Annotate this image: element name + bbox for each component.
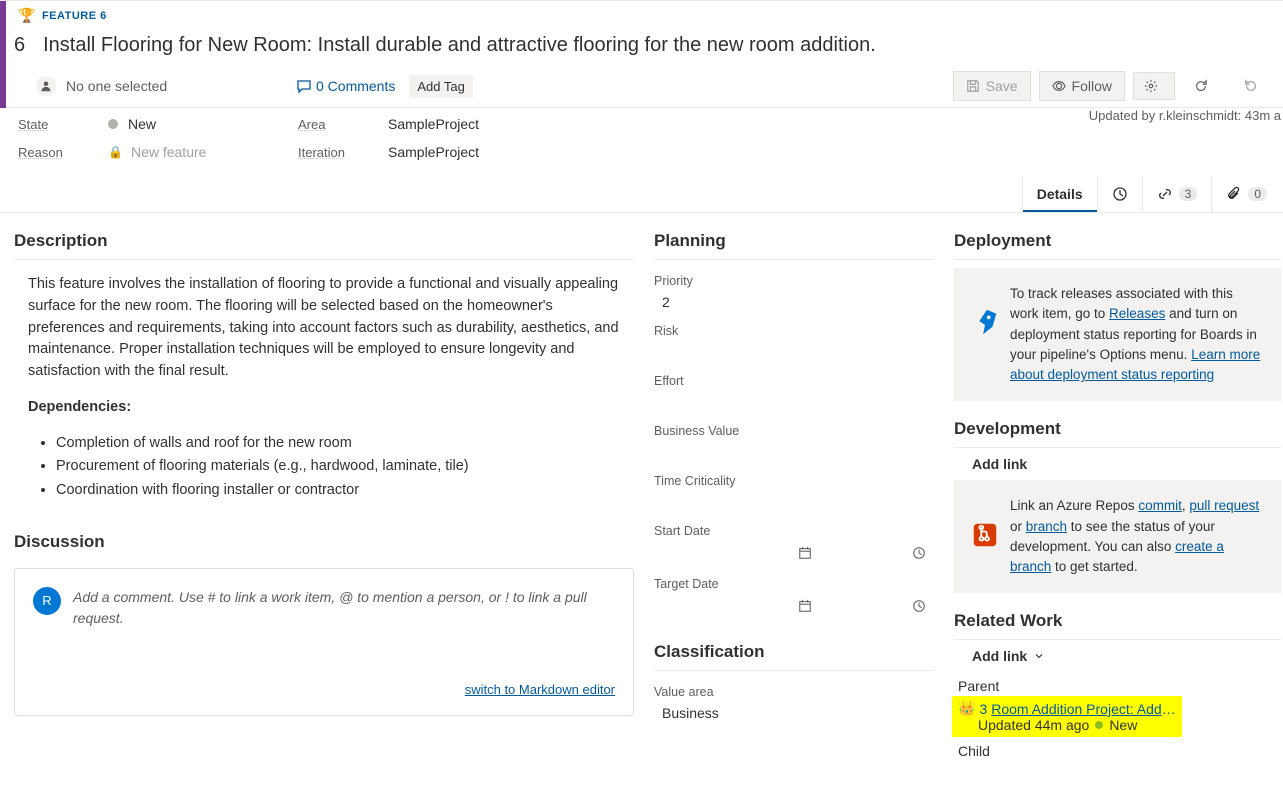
iteration-label: Iteration (298, 145, 388, 160)
reason-value[interactable]: New feature (131, 144, 206, 160)
assignee-picker[interactable]: No one selected (36, 76, 296, 96)
refresh-button[interactable] (1183, 72, 1225, 100)
dependencies-heading: Dependencies: (28, 399, 131, 415)
calendar-icon[interactable] (798, 599, 812, 616)
tab-details[interactable]: Details (1022, 176, 1097, 212)
parent-state: New (1109, 717, 1137, 733)
value-area-label: Value area (654, 685, 934, 699)
start-date-label: Start Date (654, 524, 934, 538)
state-label: State (18, 117, 108, 132)
description-text: This feature involves the installation o… (28, 274, 626, 383)
comments-count: 0 Comments (316, 78, 395, 94)
calendar-icon[interactable] (798, 546, 812, 563)
development-info-box: Link an Azure Repos commit, pull request… (954, 480, 1281, 593)
parent-work-item[interactable]: 👑 3 Room Addition Project: Adding a new … (952, 696, 1182, 737)
development-heading: Development (954, 419, 1281, 439)
lock-icon: 🔒 (108, 145, 123, 159)
chevron-down-icon (1033, 650, 1045, 662)
parent-label: Parent (958, 678, 1281, 694)
pull-request-link[interactable]: pull request (1189, 498, 1259, 513)
value-area-value[interactable]: Business (654, 705, 934, 721)
related-work-heading: Related Work (954, 611, 1281, 631)
state-dot-icon (1095, 721, 1103, 729)
dependency-item: Coordination with flooring installer or … (56, 480, 626, 502)
clock-icon[interactable] (912, 546, 926, 563)
commit-link[interactable]: commit (1138, 498, 1182, 513)
planning-heading: Planning (654, 231, 934, 251)
iteration-value[interactable]: SampleProject (388, 144, 479, 160)
priority-value[interactable]: 2 (654, 294, 934, 310)
comment-input[interactable]: Add a comment. Use # to link a work item… (73, 587, 615, 629)
assignee-label: No one selected (66, 78, 167, 94)
attachments-count: 0 (1248, 187, 1267, 201)
tab-history[interactable] (1097, 176, 1142, 212)
rocket-icon (970, 308, 1000, 338)
gear-icon (1144, 79, 1158, 93)
related-add-link[interactable]: Add link (954, 640, 1281, 672)
risk-label: Risk (654, 324, 934, 338)
priority-label: Priority (654, 274, 934, 288)
area-label: Area (298, 117, 388, 132)
undo-icon (1244, 79, 1258, 93)
time-criticality-value[interactable] (654, 494, 934, 510)
clock-icon[interactable] (912, 599, 926, 616)
dependency-item: Procurement of flooring materials (e.g.,… (56, 456, 626, 478)
business-value-label: Business Value (654, 424, 934, 438)
updated-by-text: Updated by r.kleinschmidt: 43m a (1089, 108, 1281, 123)
description-body[interactable]: This feature involves the installation o… (14, 274, 634, 502)
releases-link[interactable]: Releases (1109, 306, 1165, 321)
save-button[interactable]: Save (953, 71, 1031, 101)
attachment-icon (1226, 186, 1242, 202)
work-item-title[interactable]: Install Flooring for New Room: Install d… (43, 34, 876, 57)
trophy-icon: 🏆 (18, 7, 36, 24)
description-heading: Description (14, 231, 634, 251)
risk-value[interactable] (654, 344, 934, 360)
parent-title: Room Addition Project: Adding a new r... (991, 701, 1176, 717)
child-label: Child (958, 743, 1281, 759)
settings-button[interactable] (1133, 72, 1175, 100)
tab-links[interactable]: 3 (1142, 176, 1212, 212)
link-icon (1157, 186, 1173, 202)
time-criticality-label: Time Criticality (654, 474, 934, 488)
deployment-info-box: To track releases associated with this w… (954, 268, 1281, 401)
add-tag-button[interactable]: Add Tag (409, 75, 472, 98)
discussion-box: R Add a comment. Use # to link a work it… (14, 568, 634, 716)
parent-id: 3 (979, 701, 987, 717)
tab-attachments[interactable]: 0 (1211, 176, 1281, 212)
target-date-label: Target Date (654, 577, 934, 591)
business-value-value[interactable] (654, 444, 934, 460)
dependency-item: Completion of walls and roof for the new… (56, 433, 626, 455)
reason-label: Reason (18, 145, 108, 160)
refresh-icon (1194, 79, 1208, 93)
history-icon (1112, 186, 1128, 202)
revert-button[interactable] (1233, 72, 1275, 100)
feature-type-badge: 🏆 FEATURE 6 (0, 1, 1283, 30)
switch-markdown-link[interactable]: switch to Markdown editor (465, 682, 615, 697)
branch-link[interactable]: branch (1026, 519, 1067, 534)
follow-button[interactable]: Follow (1039, 71, 1125, 101)
feature-type-label: FEATURE 6 (42, 10, 107, 22)
discussion-heading: Discussion (14, 532, 634, 552)
classification-heading: Classification (654, 642, 934, 662)
parent-updated: Updated 44m ago (978, 717, 1089, 733)
deployment-heading: Deployment (954, 231, 1281, 251)
branch-icon (970, 520, 1000, 550)
effort-value[interactable] (654, 394, 934, 410)
person-icon (36, 76, 56, 96)
development-add-link[interactable]: Add link (954, 448, 1281, 480)
state-dot-icon (108, 119, 118, 129)
links-count: 3 (1179, 187, 1198, 201)
effort-label: Effort (654, 374, 934, 388)
state-value[interactable]: New (128, 116, 156, 132)
work-item-id: 6 (14, 34, 25, 57)
avatar: R (33, 587, 61, 615)
area-value[interactable]: SampleProject (388, 116, 479, 132)
crown-icon: 👑 (958, 700, 975, 717)
comments-link[interactable]: 0 Comments (296, 78, 395, 94)
